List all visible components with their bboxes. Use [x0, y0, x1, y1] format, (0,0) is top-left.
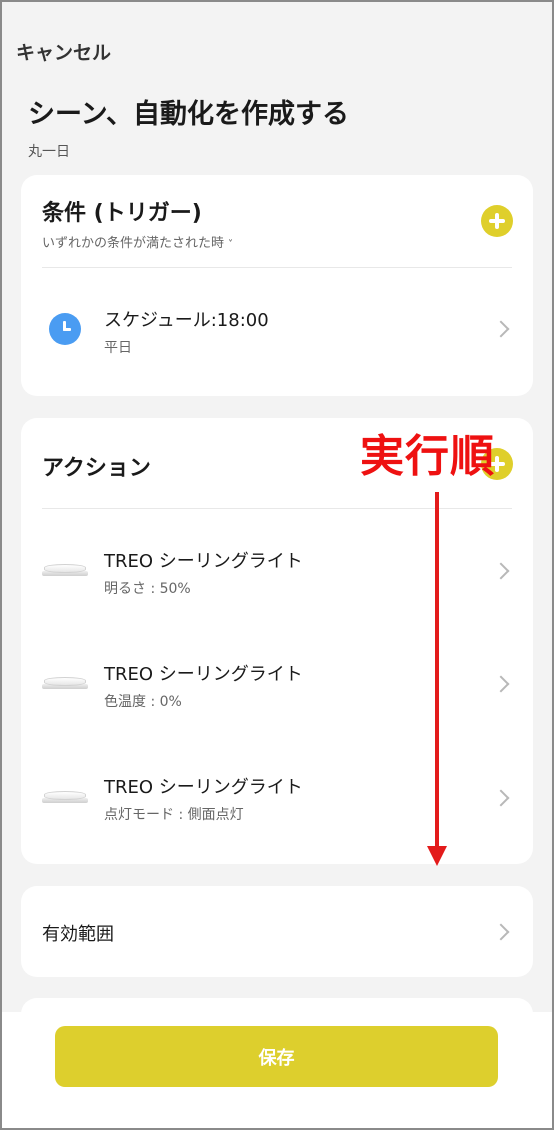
action-title: TREO シーリングライト — [104, 777, 303, 798]
chevron-right-icon — [492, 562, 510, 580]
action-subtitle: 点灯モード : 側面点灯 — [104, 807, 244, 823]
action-subtitle: 明るさ : 50% — [104, 581, 191, 597]
arrowhead-icon — [427, 846, 447, 866]
divider — [42, 508, 512, 509]
action-title: TREO シーリングライト — [104, 551, 303, 572]
conditions-title: 条件 (トリガー) — [42, 201, 202, 226]
actions-title: アクション — [42, 456, 151, 481]
bottom-bar: 保存 — [0, 1012, 554, 1130]
add-condition-button[interactable] — [481, 205, 513, 237]
chevron-right-icon — [492, 923, 510, 941]
page-title: シーン、自動化を作成する — [28, 99, 350, 130]
execution-order-annotation: 実行順 — [360, 431, 495, 482]
actions-card: アクション TREO シーリングライト 明るさ : 50% TREO シーリング… — [21, 418, 533, 864]
chevron-right-icon — [492, 789, 510, 807]
chevron-right-icon — [492, 320, 510, 338]
ceiling-light-icon — [42, 790, 88, 804]
action-subtitle: 色温度 : 0% — [104, 694, 182, 710]
clock-icon — [49, 313, 81, 345]
down-arrow-icon — [435, 492, 439, 854]
ceiling-light-icon — [42, 563, 88, 577]
cancel-button[interactable]: キャンセル — [16, 38, 111, 65]
chevron-down-icon: ˅ — [228, 239, 234, 250]
condition-mode-label: いずれかの条件が満たされた時 — [42, 236, 225, 251]
action-title: TREO シーリングライト — [104, 664, 303, 685]
chevron-right-icon — [492, 675, 510, 693]
schedule-subtitle: 丸一日 — [28, 144, 70, 160]
scope-label: 有効範囲 — [42, 924, 114, 945]
divider — [42, 267, 512, 268]
condition-subtitle: 平日 — [104, 340, 132, 356]
scope-card[interactable]: 有効範囲 — [21, 886, 533, 977]
condition-mode-selector[interactable]: いずれかの条件が満たされた時 ˅ — [42, 232, 233, 251]
conditions-card: 条件 (トリガー) いずれかの条件が満たされた時 ˅ スケジュール:18:00 平… — [21, 175, 533, 396]
save-button[interactable]: 保存 — [55, 1026, 498, 1087]
ceiling-light-icon — [42, 676, 88, 690]
condition-title: スケジュール:18:00 — [104, 310, 269, 331]
